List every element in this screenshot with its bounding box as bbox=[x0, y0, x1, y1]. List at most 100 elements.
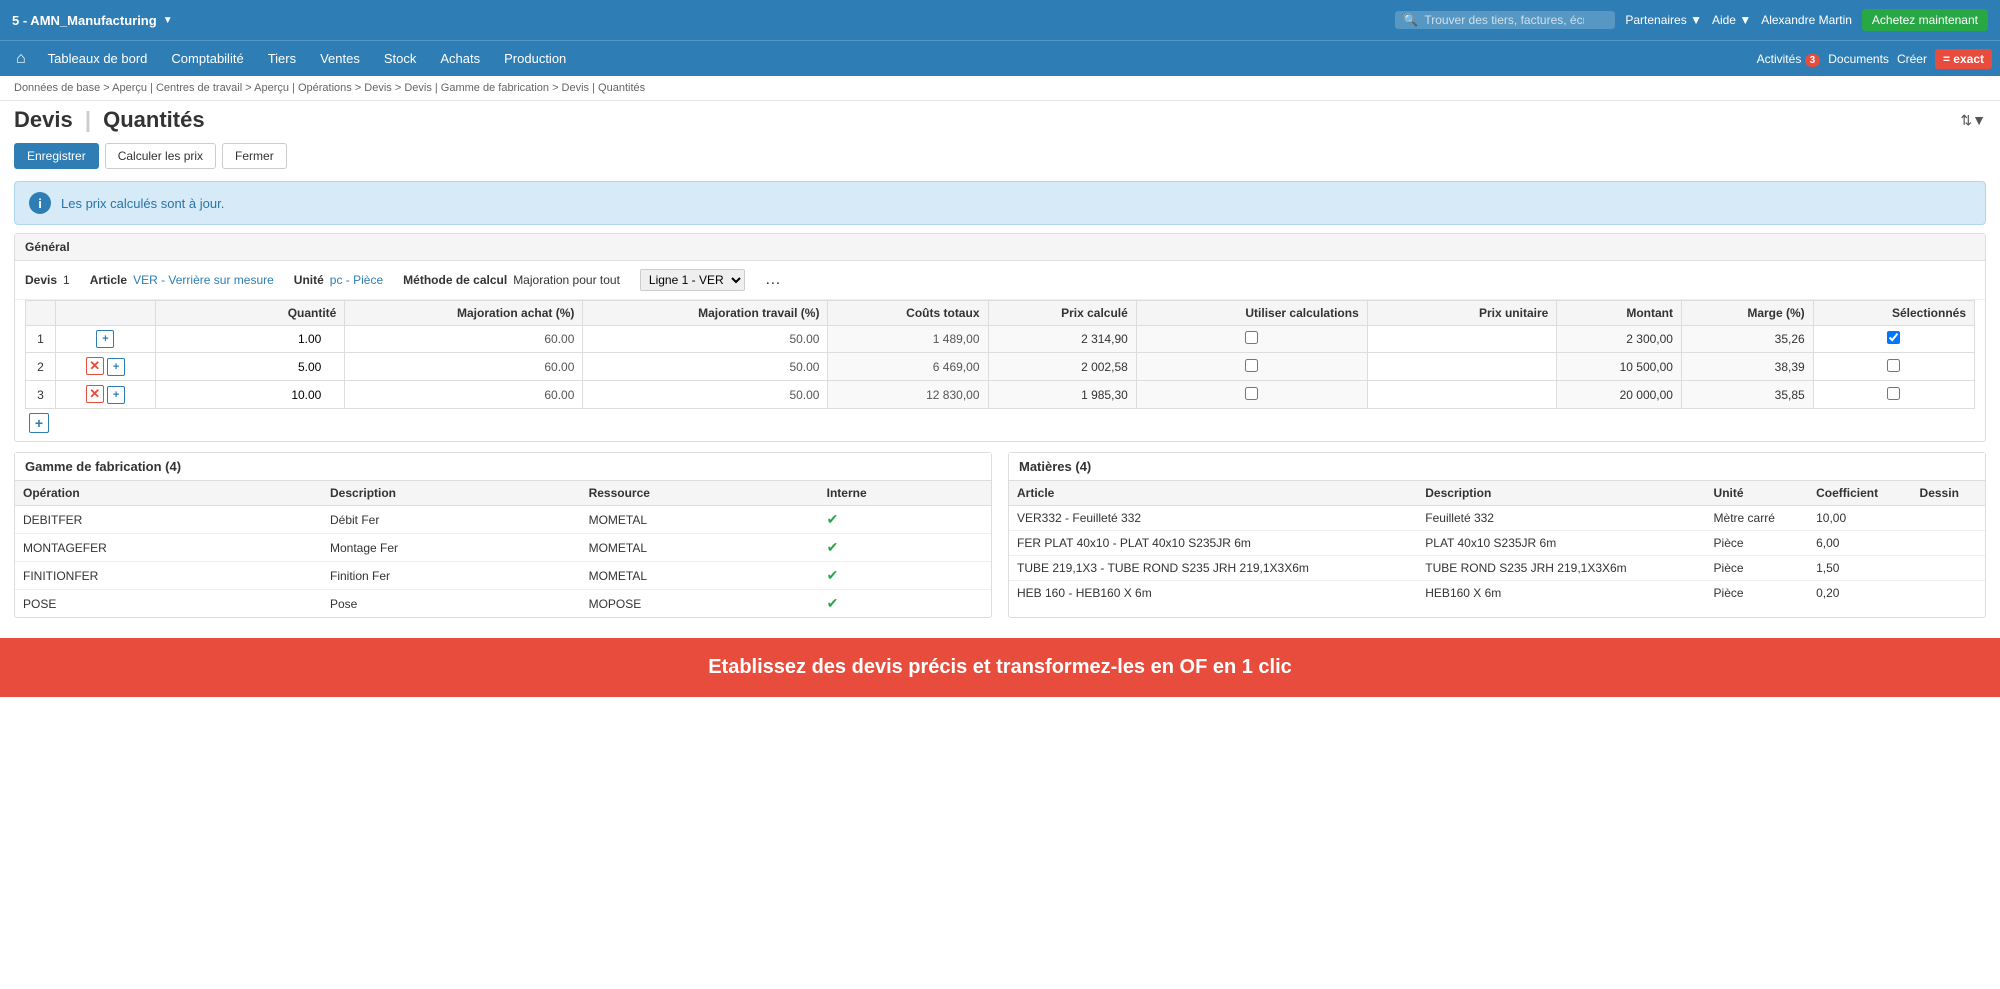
menu-item-achats[interactable]: Achats bbox=[430, 45, 490, 72]
help-link[interactable]: Aide ▼ bbox=[1712, 13, 1751, 27]
footer-text: Etablissez des devis précis et transform… bbox=[708, 656, 1292, 678]
menu-item-ventes[interactable]: Ventes bbox=[310, 45, 370, 72]
cell-utiliser[interactable] bbox=[1136, 381, 1367, 409]
col-montant: Montant bbox=[1557, 301, 1682, 326]
selectionne-checkbox[interactable] bbox=[1887, 387, 1900, 400]
list-item: MONTAGEFERMontage FerMOMETAL✔ bbox=[15, 534, 991, 562]
calculate-button[interactable]: Calculer les prix bbox=[105, 143, 216, 169]
cell-montant: 20 000,00 bbox=[1557, 381, 1682, 409]
cell-quantite[interactable] bbox=[155, 353, 345, 381]
add-subrow-button[interactable]: + bbox=[96, 330, 114, 348]
quantite-input[interactable] bbox=[246, 360, 336, 374]
cell-prix-unitaire[interactable] bbox=[1367, 326, 1557, 353]
search-box[interactable]: 🔍 bbox=[1395, 11, 1615, 29]
row-number: 2 bbox=[26, 353, 56, 381]
cell-selectionne[interactable] bbox=[1813, 353, 1974, 381]
table-row: 2✕ + 60.0050.006 469,002 002,5810 500,00… bbox=[26, 353, 1975, 381]
title-separator: | bbox=[85, 107, 91, 132]
matieres-col-description: Description bbox=[1417, 481, 1705, 506]
matiere-cell-unite: Pièce bbox=[1706, 581, 1809, 606]
row-number: 3 bbox=[26, 381, 56, 409]
delete-row-button[interactable]: ✕ bbox=[86, 357, 104, 375]
list-item: FINITIONFERFinition FerMOMETAL✔ bbox=[15, 562, 991, 590]
page-title: Devis | Quantités bbox=[14, 107, 205, 133]
col-selectionnes: Sélectionnés bbox=[1813, 301, 1974, 326]
search-input[interactable] bbox=[1424, 13, 1584, 27]
table-row: 3✕ + 60.0050.0012 830,001 985,3020 000,0… bbox=[26, 381, 1975, 409]
matiere-cell-unite: Mètre carré bbox=[1706, 506, 1809, 531]
ligne-select[interactable]: Ligne 1 - VER bbox=[640, 269, 745, 291]
cell-couts-totaux: 1 489,00 bbox=[828, 326, 988, 353]
col-quantite: Quantité bbox=[155, 301, 345, 326]
activities-link[interactable]: Activités 3 bbox=[1757, 52, 1821, 66]
prix-unitaire-input[interactable] bbox=[1458, 388, 1548, 402]
save-button[interactable]: Enregistrer bbox=[14, 143, 99, 169]
info-banner: i Les prix calculés sont à jour. bbox=[14, 181, 1986, 225]
article-value[interactable]: VER - Verrière sur mesure bbox=[133, 273, 274, 287]
add-subrow-button[interactable]: + bbox=[107, 358, 125, 376]
more-icon[interactable]: … bbox=[765, 271, 781, 289]
gamme-section: Gamme de fabrication (4) Opération Descr… bbox=[14, 452, 992, 618]
col-prix-calcule: Prix calculé bbox=[988, 301, 1136, 326]
cell-prix-unitaire[interactable] bbox=[1367, 381, 1557, 409]
gamme-table: Opération Description Ressource Interne … bbox=[15, 481, 991, 617]
matiere-cell-dessin bbox=[1912, 556, 1985, 581]
cell-selectionne[interactable] bbox=[1813, 326, 1974, 353]
prix-unitaire-input[interactable] bbox=[1458, 360, 1548, 374]
menu-bar-right: Activités 3 Documents Créer = exact bbox=[1757, 49, 1992, 69]
utiliser-checkbox[interactable] bbox=[1245, 359, 1258, 372]
breadcrumb: Données de base > Aperçu | Centres de tr… bbox=[0, 76, 2000, 101]
menu-item-stock[interactable]: Stock bbox=[374, 45, 427, 72]
home-icon[interactable]: ⌂ bbox=[8, 50, 34, 68]
create-link[interactable]: Créer bbox=[1897, 52, 1927, 66]
field-more: … bbox=[765, 271, 781, 289]
quantite-input[interactable] bbox=[246, 332, 336, 346]
top-nav: 5 - AMN_Manufacturing ▼ 🔍 Partenaires ▼ … bbox=[0, 0, 2000, 40]
unite-value[interactable]: pc - Pièce bbox=[330, 273, 383, 287]
cell-utiliser[interactable] bbox=[1136, 353, 1367, 381]
utiliser-checkbox[interactable] bbox=[1245, 331, 1258, 344]
cell-maj-travail: 50.00 bbox=[583, 353, 828, 381]
cell-maj-travail: 50.00 bbox=[583, 326, 828, 353]
selectionne-checkbox[interactable] bbox=[1887, 331, 1900, 344]
partners-link[interactable]: Partenaires ▼ bbox=[1625, 13, 1702, 27]
interne-check-icon: ✔ bbox=[827, 595, 839, 611]
search-icon: 🔍 bbox=[1403, 13, 1418, 27]
close-button[interactable]: Fermer bbox=[222, 143, 287, 169]
gamme-col-ressource: Ressource bbox=[581, 481, 819, 506]
add-row-button[interactable]: + bbox=[29, 413, 49, 433]
general-section: Général Devis 1 Article VER - Verrière s… bbox=[14, 233, 1986, 442]
col-actions bbox=[56, 301, 156, 326]
gamme-cell-ressource: MOMETAL bbox=[581, 562, 819, 590]
menu-item-comptabilite[interactable]: Comptabilité bbox=[161, 45, 253, 72]
delete-row-button[interactable]: ✕ bbox=[86, 385, 104, 403]
add-subrow-button[interactable]: + bbox=[107, 386, 125, 404]
cell-utiliser[interactable] bbox=[1136, 326, 1367, 353]
cell-quantite[interactable] bbox=[155, 326, 345, 353]
cell-selectionne[interactable] bbox=[1813, 381, 1974, 409]
cell-maj-achat: 60.00 bbox=[345, 326, 583, 353]
buy-now-button[interactable]: Achetez maintenant bbox=[1862, 9, 1988, 31]
row-actions: + bbox=[56, 326, 156, 353]
app-title[interactable]: 5 - AMN_Manufacturing ▼ bbox=[12, 13, 173, 28]
footer-banner: Etablissez des devis précis et transform… bbox=[0, 638, 2000, 697]
documents-link[interactable]: Documents bbox=[1828, 52, 1889, 66]
cell-prix-unitaire[interactable] bbox=[1367, 353, 1557, 381]
menu-item-tableaux[interactable]: Tableaux de bord bbox=[38, 45, 158, 72]
menu-item-production[interactable]: Production bbox=[494, 45, 576, 72]
matieres-col-unite: Unité bbox=[1706, 481, 1809, 506]
prix-unitaire-input[interactable] bbox=[1458, 332, 1548, 346]
interne-check-icon: ✔ bbox=[827, 511, 839, 527]
utiliser-checkbox[interactable] bbox=[1245, 387, 1258, 400]
gamme-cell-description: Montage Fer bbox=[322, 534, 581, 562]
gamme-cell-operation: DEBITFER bbox=[15, 506, 322, 534]
quantite-input[interactable] bbox=[246, 388, 336, 402]
selectionne-checkbox[interactable] bbox=[1887, 359, 1900, 372]
menu-bar: ⌂ Tableaux de bord Comptabilité Tiers Ve… bbox=[0, 40, 2000, 76]
filter-icon[interactable]: ⇅▼ bbox=[1960, 112, 1986, 129]
gamme-cell-ressource: MOPOSE bbox=[581, 590, 819, 618]
gamme-cell-interne: ✔ bbox=[819, 534, 991, 562]
matiere-cell-unite: Pièce bbox=[1706, 531, 1809, 556]
cell-quantite[interactable] bbox=[155, 381, 345, 409]
menu-item-tiers[interactable]: Tiers bbox=[258, 45, 306, 72]
